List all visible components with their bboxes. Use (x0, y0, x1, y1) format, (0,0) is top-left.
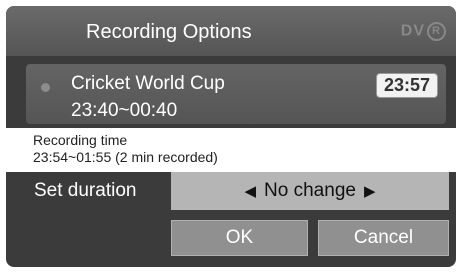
left-arrow-icon[interactable]: ◀ (245, 182, 257, 200)
dialog-header: Recording Options DV R (6, 6, 456, 56)
right-arrow-icon[interactable]: ▶ (364, 182, 376, 200)
program-time-range: 23:40~00:40 (71, 100, 178, 121)
cancel-button[interactable]: Cancel (318, 220, 449, 256)
dvr-logo-text: DV (400, 22, 425, 40)
recording-status-dot-icon (41, 83, 50, 92)
dialog-title: Recording Options (86, 21, 252, 43)
recording-panel: Cricket World Cup 23:40~00:40 23:57 (26, 64, 446, 124)
current-time-badge: 23:57 (375, 73, 438, 98)
set-duration-label: Set duration (34, 180, 137, 201)
recording-time-label: Recording time (33, 132, 128, 148)
recording-time-value: 23:54~01:55 (2 min recorded) (33, 149, 218, 165)
duration-value: No change (264, 180, 356, 201)
recording-info-panel: Recording time 23:54~01:55 (2 min record… (6, 128, 456, 172)
ok-button[interactable]: OK (171, 220, 308, 256)
dvr-logo-ring: R (427, 22, 446, 41)
recording-options-dialog: Recording Options DV R Cricket World Cup … (6, 6, 456, 267)
program-name: Cricket World Cup (71, 73, 225, 94)
dvr-logo: DV R (401, 22, 446, 41)
duration-selector[interactable]: ◀ No change ▶ (171, 172, 449, 210)
